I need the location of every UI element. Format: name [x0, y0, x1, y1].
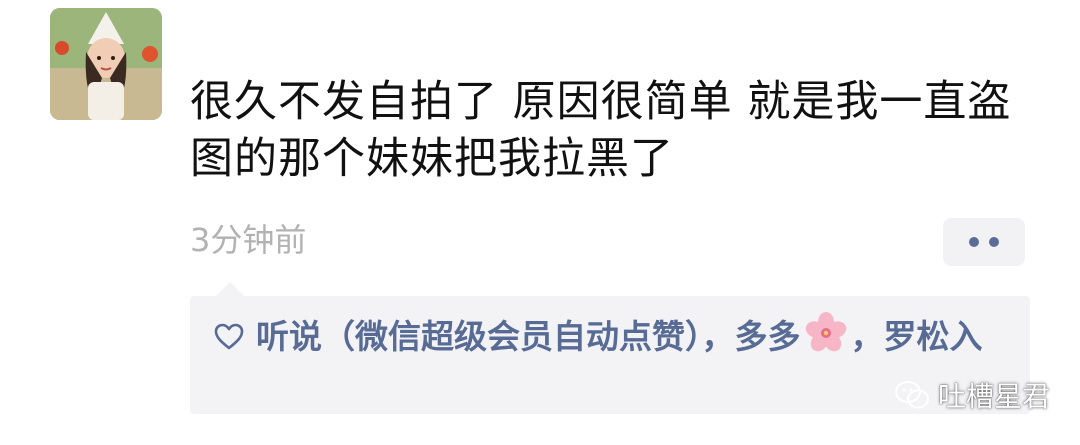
heart-outline-icon	[214, 323, 244, 350]
avatar[interactable]	[50, 8, 162, 120]
cherry-blossom-icon	[805, 312, 846, 352]
more-dot	[969, 237, 979, 247]
more-button[interactable]	[943, 218, 1025, 266]
watermark-text: 吐槽星君	[937, 380, 1050, 413]
post-text: 很久不发自拍了 原因很简单 就是我一直盗图的那个妹妹把我拉黑了	[190, 77, 1012, 184]
wechat-icon	[894, 381, 929, 409]
likes-names-part2[interactable]: ，罗松入	[851, 317, 983, 356]
watermark: 吐槽星君	[894, 375, 1050, 415]
moments-post: 很久不发自拍了 原因很简单 就是我一直盗图的那个妹妹把我拉黑了 3分钟前 听说（…	[0, 0, 1080, 445]
likes-list: 听说（微信超级会员自动点赞），多多 ，罗松入	[214, 310, 1014, 360]
post-timestamp: 3分钟前	[190, 221, 307, 259]
likes-names-part1[interactable]: 听说（微信超级会员自动点赞），多多	[256, 317, 801, 356]
avatar-image	[50, 8, 162, 120]
more-dot	[989, 237, 999, 247]
